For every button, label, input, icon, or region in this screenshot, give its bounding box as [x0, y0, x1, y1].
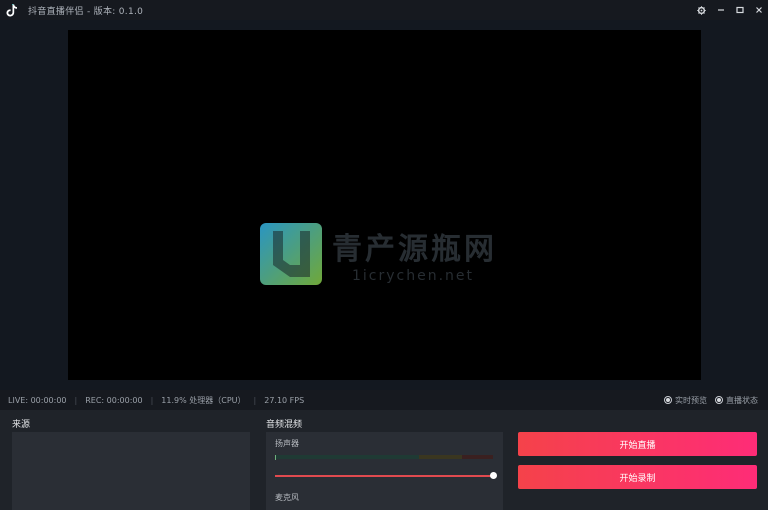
- meter-tick: [275, 455, 276, 460]
- maximize-icon[interactable]: [730, 0, 749, 20]
- window-title: 抖音直播伴侣 - 版本: 0.1.0: [28, 6, 144, 17]
- start-live-button[interactable]: 开始直播: [518, 432, 757, 456]
- watermark-url: 1icrychen.net: [352, 268, 475, 284]
- cpu-usage: 11.9% 处理器（CPU）: [161, 395, 246, 405]
- live-preview-canvas[interactable]: 青产源瓶网 1icrychen.net: [68, 30, 701, 380]
- source-panel-title: 来源: [12, 420, 31, 430]
- watermark: 青产源瓶网 1icrychen.net: [260, 223, 497, 285]
- watermark-logo-icon: [260, 223, 322, 285]
- window-controls: [692, 0, 768, 20]
- radio-indicator[interactable]: [664, 396, 672, 404]
- watermark-text: 青产源瓶网: [332, 232, 497, 267]
- rec-timer: REC: 00:00:00: [85, 395, 143, 405]
- status-bar: LIVE: 00:00:00 | REC: 00:00:00 | 11.9% 处…: [0, 390, 768, 410]
- preview-area: 青产源瓶网 1icrychen.net: [0, 20, 768, 390]
- radio-live-status[interactable]: 直播状态: [715, 395, 758, 406]
- fps-readout: 27.10 FPS: [264, 395, 305, 405]
- radio-label: 实时预览: [675, 395, 707, 405]
- mixer-panel-title: 音频混频: [266, 420, 303, 430]
- audio-mixer: [266, 432, 503, 510]
- view-mode-radios: 实时预览 直播状态: [664, 390, 758, 410]
- title-bar: 抖音直播伴侣 - 版本: 0.1.0: [0, 0, 768, 20]
- live-timer: LIVE: 00:00:00: [8, 395, 67, 405]
- bottom-dock: 来源 音频混频: [0, 410, 768, 510]
- speaker-volume-knob[interactable]: [490, 472, 497, 479]
- radio-label: 直播状态: [726, 395, 758, 405]
- gear-icon[interactable]: [692, 0, 711, 20]
- mixer-channel-mic-label: 麦克风: [275, 493, 299, 502]
- radio-realtime-preview[interactable]: 实时预览: [664, 395, 707, 406]
- radio-indicator[interactable]: [715, 396, 723, 404]
- minimize-icon[interactable]: [711, 0, 730, 20]
- mixer-channel-speaker-label: 扬声器: [275, 439, 299, 448]
- tiktok-logo-icon: [2, 0, 22, 20]
- source-list[interactable]: [12, 432, 250, 510]
- speaker-volume-slider[interactable]: [275, 475, 493, 477]
- start-record-button[interactable]: 开始录制: [518, 465, 757, 489]
- close-icon[interactable]: [749, 0, 768, 20]
- speaker-level-meter: [275, 455, 493, 459]
